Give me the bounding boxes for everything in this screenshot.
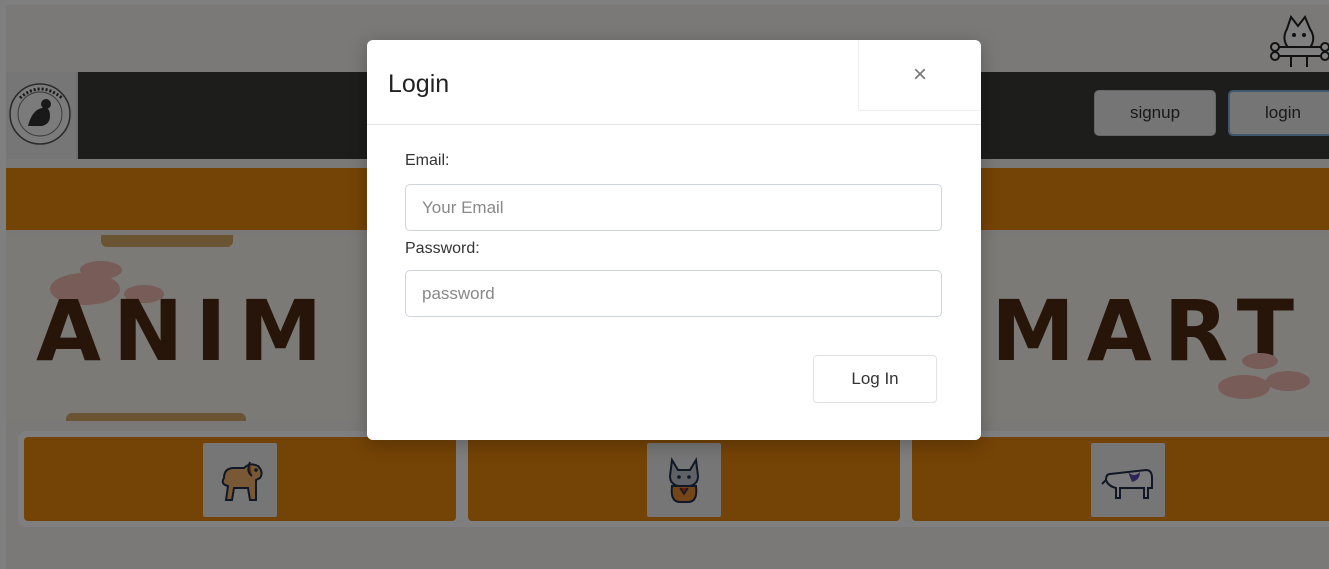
modal-header: Login × (367, 40, 981, 125)
modal-title: Login (388, 70, 450, 98)
password-label: Password: (405, 240, 480, 257)
login-submit-button[interactable]: Log In (813, 355, 937, 403)
close-button[interactable]: × (858, 40, 981, 111)
login-modal: Login × Email: Password: Log In (367, 40, 981, 440)
close-icon: × (912, 61, 927, 88)
email-field[interactable] (405, 184, 942, 231)
email-label: Email: (405, 152, 450, 169)
password-field[interactable] (405, 270, 942, 317)
